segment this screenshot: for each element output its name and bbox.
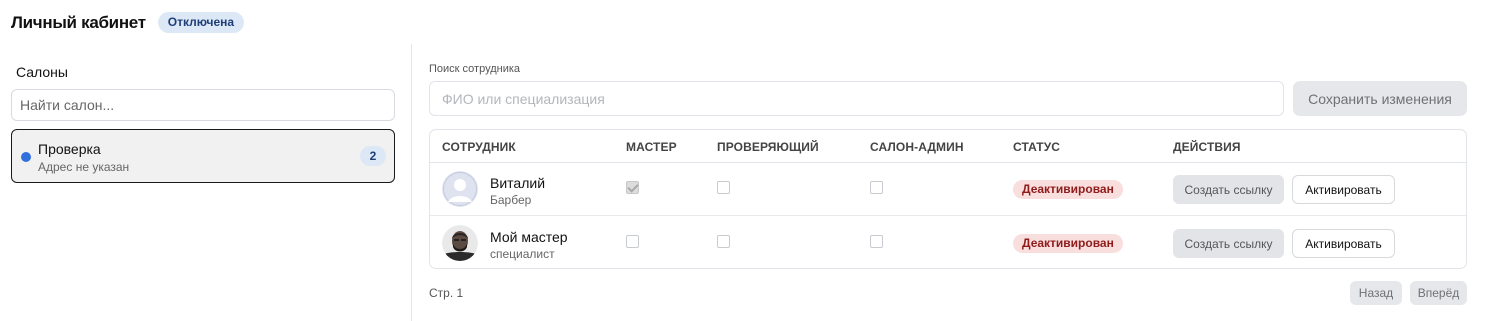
- salon-name: Проверка: [38, 141, 101, 157]
- column-header-actions: ДЕЙСТВИЯ: [1173, 140, 1241, 154]
- status-badge: Деактивирован: [1013, 180, 1123, 199]
- next-page-button[interactable]: Вперёд: [1410, 281, 1467, 305]
- employee-search-input[interactable]: [429, 81, 1284, 116]
- column-header-master: МАСТЕР: [626, 140, 677, 154]
- activate-button[interactable]: Активировать: [1292, 175, 1395, 204]
- salon-address: Адрес не указан: [38, 160, 130, 174]
- salon-status-dot: [21, 152, 31, 162]
- page-title: Личный кабинет: [11, 12, 146, 32]
- master-checkbox[interactable]: [626, 235, 639, 248]
- salon-employee-count-badge: 2: [360, 146, 386, 166]
- panel-divider: [411, 44, 412, 321]
- prev-page-button[interactable]: Назад: [1350, 281, 1402, 305]
- employees-table: СОТРУДНИК МАСТЕР ПРОВЕРЯЮЩИЙ САЛОН-АДМИН…: [429, 129, 1467, 269]
- page-header: Личный кабинет Отключена: [11, 12, 245, 33]
- employee-specialty: Барбер: [490, 193, 532, 207]
- column-header-salon-admin: САЛОН-АДМИН: [870, 140, 964, 154]
- salon-admin-checkbox[interactable]: [870, 235, 883, 248]
- salons-title: Салоны: [16, 64, 68, 80]
- column-header-employee: СОТРУДНИК: [442, 140, 516, 154]
- table-row: Мой мастер специалист Деактивирован Созд…: [430, 217, 1466, 268]
- employee-name: Мой мастер: [490, 229, 568, 245]
- create-link-button[interactable]: Создать ссылку: [1173, 229, 1284, 258]
- status-badge: Отключена: [157, 12, 245, 33]
- salon-search-input[interactable]: [11, 89, 395, 121]
- table-row: Виталий Барбер Деактивирован Создать ссы…: [430, 163, 1466, 216]
- salon-list-item[interactable]: Проверка Адрес не указан 2: [11, 129, 395, 183]
- employee-search-label: Поиск сотрудника: [429, 63, 521, 75]
- avatar-placeholder-icon: [442, 171, 478, 207]
- employee-specialty: специалист: [490, 247, 555, 261]
- master-checkbox[interactable]: [626, 181, 639, 194]
- column-header-status: СТАТУС: [1013, 140, 1061, 154]
- page-number: Стр. 1: [429, 286, 464, 300]
- column-header-reviewer: ПРОВЕРЯЮЩИЙ: [717, 140, 819, 154]
- salon-admin-checkbox[interactable]: [870, 181, 883, 194]
- table-header: СОТРУДНИК МАСТЕР ПРОВЕРЯЮЩИЙ САЛОН-АДМИН…: [430, 130, 1466, 163]
- avatar: [442, 225, 478, 261]
- reviewer-checkbox[interactable]: [717, 181, 730, 194]
- employee-name: Виталий: [490, 175, 546, 191]
- create-link-button[interactable]: Создать ссылку: [1173, 175, 1284, 204]
- status-badge: Деактивирован: [1013, 234, 1123, 253]
- activate-button[interactable]: Активировать: [1292, 229, 1395, 258]
- save-changes-button[interactable]: Сохранить изменения: [1293, 81, 1467, 116]
- reviewer-checkbox[interactable]: [717, 235, 730, 248]
